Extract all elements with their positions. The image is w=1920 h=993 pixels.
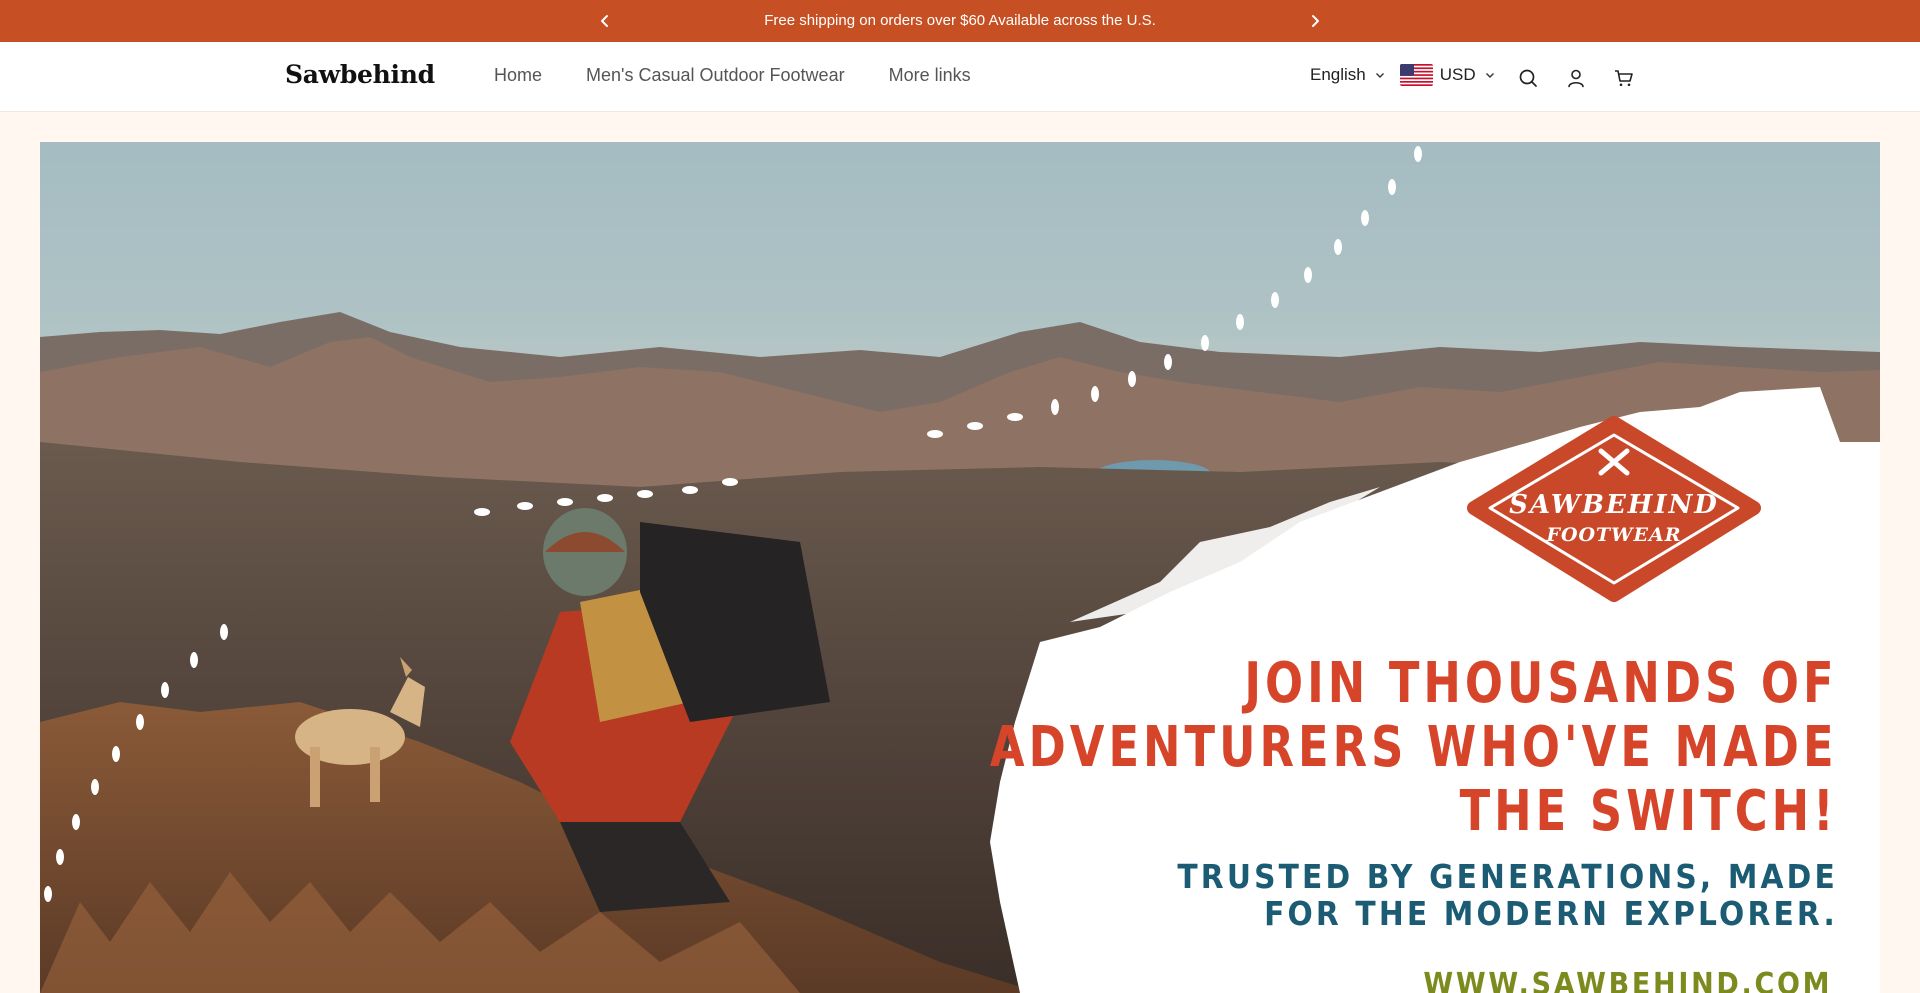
site-logo[interactable]: Sawbehind: [285, 60, 435, 89]
nav-link-more-links[interactable]: More links: [889, 65, 971, 86]
headline-line: THE SWITCH!: [1460, 779, 1838, 844]
announcement-bar: Free shipping on orders over $60 Availab…: [0, 0, 1920, 42]
us-flag-icon: [1399, 64, 1433, 86]
nav-link-mens-footwear[interactable]: Men's Casual Outdoor Footwear: [586, 65, 845, 86]
subheadline-line: TRUSTED BY GENERATIONS, MADE: [1177, 857, 1838, 896]
badge-shape: SAWBEHIND FOOTWEAR: [1467, 416, 1761, 602]
subheadline-line: FOR THE MODERN EXPLORER.: [1264, 894, 1838, 933]
site-header: Sawbehind Home Men's Casual Outdoor Foot…: [0, 42, 1920, 112]
chevron-right-icon[interactable]: [1303, 9, 1327, 33]
announcement-text: Free shipping on orders over $60 Availab…: [764, 12, 1156, 29]
chevron-down-icon: [1485, 73, 1494, 78]
language-label: English: [1310, 65, 1366, 84]
nav-link-home[interactable]: Home: [494, 65, 542, 86]
currency-label: USD: [1439, 65, 1476, 84]
chevron-down-icon: [1375, 73, 1384, 78]
badge-line1: SAWBEHIND: [1509, 490, 1719, 520]
badge-line2: FOOTWEAR: [1545, 524, 1681, 546]
headline-line: JOIN THOUSANDS OF: [1244, 651, 1838, 716]
hero-headline: JOIN THOUSANDS OF ADVENTURERS WHO'VE MAD…: [990, 652, 1838, 844]
locale-selectors: English USD: [1310, 64, 1496, 86]
language-selector[interactable]: English: [1310, 65, 1386, 85]
hero-subheadline: TRUSTED BY GENERATIONS, MADE FOR THE MOD…: [1177, 858, 1838, 932]
cart-icon[interactable]: [1612, 66, 1636, 90]
search-icon[interactable]: [1516, 66, 1540, 90]
hero-url: WWW.SAWBEHIND.COM: [1423, 967, 1832, 993]
header-icons: [1516, 66, 1636, 90]
headline-line: ADVENTURERS WHO'VE MADE: [990, 715, 1838, 780]
hero-banner[interactable]: SAWBEHIND FOOTWEAR JOIN THOUSANDS OF ADV…: [40, 142, 1880, 993]
main-nav: Home Men's Casual Outdoor Footwear More …: [494, 65, 971, 86]
brand-badge: SAWBEHIND FOOTWEAR: [1464, 413, 1764, 603]
currency-selector[interactable]: USD: [1386, 64, 1496, 86]
account-icon[interactable]: [1564, 66, 1588, 90]
